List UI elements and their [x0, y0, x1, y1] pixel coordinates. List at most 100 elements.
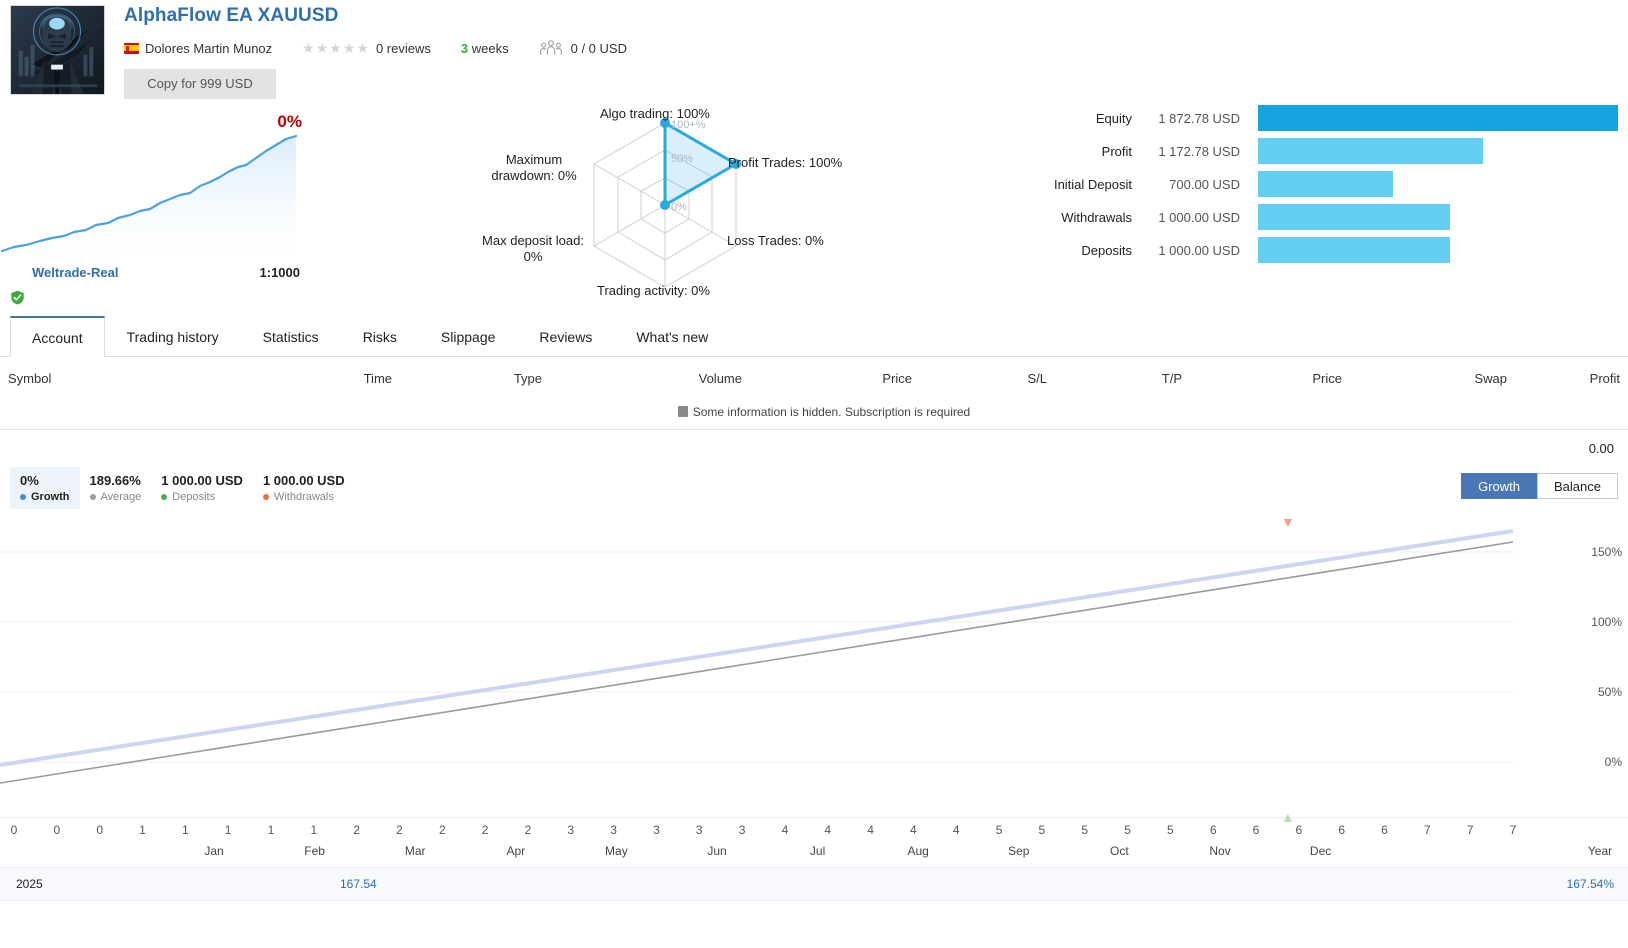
month-tick: May — [605, 844, 628, 858]
star-icon: ★ — [329, 40, 343, 56]
info-icon — [677, 406, 688, 417]
radar-chart: 100+% 50% 0% Algo trading: 100% Profit T… — [460, 100, 900, 315]
mini-growth-sparkline — [0, 134, 298, 265]
page-title[interactable]: AlphaFlow EA XAUUSD — [124, 4, 338, 28]
week-tick: 5 — [1038, 823, 1046, 837]
toggle-balance-button[interactable]: Balance — [1537, 473, 1618, 499]
week-tick: 4 — [824, 823, 832, 837]
legend-value: 189.66% — [89, 473, 141, 488]
bar-label: Equity — [1095, 110, 1132, 126]
series-growth — [0, 529, 1514, 767]
subscribers-icon — [539, 39, 563, 57]
chart-legend: 0% Growth 189.66% Average 1 000.00 USD D… — [10, 467, 1628, 509]
spain-flag-icon — [124, 42, 139, 54]
tab-statistics[interactable]: Statistics — [241, 316, 341, 357]
legend-item-average[interactable]: 189.66% Average — [80, 467, 152, 509]
bar-value: 1 000.00 USD — [1158, 209, 1240, 225]
bar-fill — [1258, 171, 1393, 197]
column-header-price-open[interactable]: Price — [750, 371, 920, 386]
bar-label: Deposits — [1081, 242, 1132, 258]
column-header-type[interactable]: Type — [400, 371, 550, 386]
column-header-time[interactable]: Time — [240, 371, 400, 386]
week-tick: 6 — [1338, 823, 1346, 837]
signal-header: AlphaFlow EA XAUUSD Dolores Martin Munoz… — [0, 0, 1628, 100]
radar-label-max-drawdown-line1: Maximum — [505, 152, 563, 167]
month-tick: Dec — [1309, 844, 1332, 858]
week-tick: 3 — [695, 823, 703, 837]
summary-strip: 0% Weltrade-Real 1:1000 100+% 50% 0% Alg… — [0, 100, 1628, 315]
legend-label: Average — [100, 491, 142, 503]
tab-reviews[interactable]: Reviews — [517, 316, 614, 357]
broker-name[interactable]: Weltrade-Real — [32, 265, 118, 280]
star-icon: ★ — [302, 40, 316, 56]
week-tick: 4 — [781, 823, 789, 837]
column-header-symbol[interactable]: Symbol — [0, 371, 240, 386]
table-total-row: 0.00 — [0, 429, 1628, 467]
column-header-profit[interactable]: Profit — [1515, 371, 1628, 386]
week-tick: 1 — [139, 823, 146, 837]
bar-row: Withdrawals 1 000.00 USD — [1043, 204, 1618, 230]
bar-label: Withdrawals — [1061, 209, 1132, 225]
deposit-marker-icon[interactable]: ▲ — [1281, 809, 1295, 825]
week-tick: 6 — [1381, 823, 1388, 837]
week-tick: 1 — [181, 823, 189, 837]
bar-value: 1 000.00 USD — [1158, 242, 1240, 258]
tab-trading-history[interactable]: Trading history — [105, 316, 241, 357]
week-tick: 4 — [952, 823, 960, 837]
summary-year-value[interactable]: 167.54% — [1567, 877, 1614, 891]
tab-risks[interactable]: Risks — [341, 316, 419, 357]
legend-item-deposits[interactable]: 1 000.00 USD Deposits — [151, 467, 253, 509]
legend-item-withdrawals[interactable]: 1 000.00 USD Withdrawals — [253, 467, 355, 509]
legend-item-growth[interactable]: 0% Growth — [10, 467, 80, 509]
copy-button[interactable]: Copy for 999 USD — [124, 69, 276, 99]
bar-label: Initial Deposit — [1053, 176, 1132, 192]
tab-whats-new[interactable]: What's new — [614, 316, 730, 357]
leverage-value: 1:1000 — [259, 265, 300, 280]
radar-label-max-deposit-load-line1: Max deposit load: — [482, 233, 584, 248]
week-tick: 2 — [481, 823, 489, 837]
column-header-tp[interactable]: T/P — [1055, 371, 1190, 386]
bar-row: Deposits 1 000.00 USD — [1043, 237, 1618, 263]
bar-value: 1 172.78 USD — [1158, 143, 1240, 159]
radar-ring-inner-label: 0% — [671, 201, 687, 213]
legend-label: Deposits — [172, 491, 216, 503]
legend-dot-icon — [262, 494, 269, 500]
bar-track — [1258, 105, 1618, 131]
rating-stars[interactable]: ★ ★ ★ ★ ★ — [302, 41, 370, 55]
column-header-volume[interactable]: Volume — [550, 371, 750, 386]
column-header-swap[interactable]: Swap — [1350, 371, 1515, 386]
author-name[interactable]: Dolores Martin Munoz — [145, 41, 272, 56]
week-tick: 3 — [738, 823, 746, 837]
column-header-price-current[interactable]: Price — [1190, 371, 1350, 386]
week-tick: 5 — [995, 823, 1003, 837]
reviews-count[interactable]: 0 reviews — [376, 41, 431, 56]
toggle-growth-button[interactable]: Growth — [1461, 473, 1538, 499]
y-axis-label-0: 0% — [1604, 755, 1622, 769]
bar-fill — [1258, 138, 1484, 164]
radar-label-algo-trading: Algo trading: 100% — [600, 106, 710, 121]
week-tick: 1 — [267, 823, 275, 837]
tab-account[interactable]: Account — [10, 316, 105, 357]
column-header-sl[interactable]: S/L — [920, 371, 1055, 386]
radar-label-max-drawdown-line2: drawdown: 0% — [491, 168, 577, 183]
table-header-row: Symbol Time Type Volume Price S/L T/P Pr… — [0, 357, 1628, 399]
tab-bar: Account Trading history Statistics Risks… — [0, 315, 1628, 357]
week-tick: 1 — [310, 823, 318, 837]
bar-value: 1 872.78 USD — [1158, 110, 1240, 126]
withdrawal-marker-icon[interactable]: ▼ — [1281, 514, 1295, 530]
yearly-summary-row: 2025 167.54 167.54% — [0, 867, 1628, 901]
week-tick: 6 — [1252, 823, 1260, 837]
month-tick: Feb — [304, 844, 325, 858]
y-axis-label-100: 100% — [1591, 615, 1622, 629]
month-tick: Jan — [204, 844, 224, 858]
week-tick: 2 — [396, 823, 403, 837]
star-icon: ★ — [315, 40, 330, 56]
radar-label-max-deposit-load: Max deposit load: 0% — [478, 233, 588, 265]
tab-slippage[interactable]: Slippage — [419, 316, 518, 357]
legend-value: 0% — [20, 473, 39, 488]
bar-track — [1258, 204, 1618, 230]
summary-month-value[interactable]: 167.54 — [340, 877, 377, 891]
week-tick: 3 — [567, 823, 575, 837]
week-tick: 5 — [1167, 823, 1174, 837]
legend-dot-icon — [161, 494, 168, 500]
